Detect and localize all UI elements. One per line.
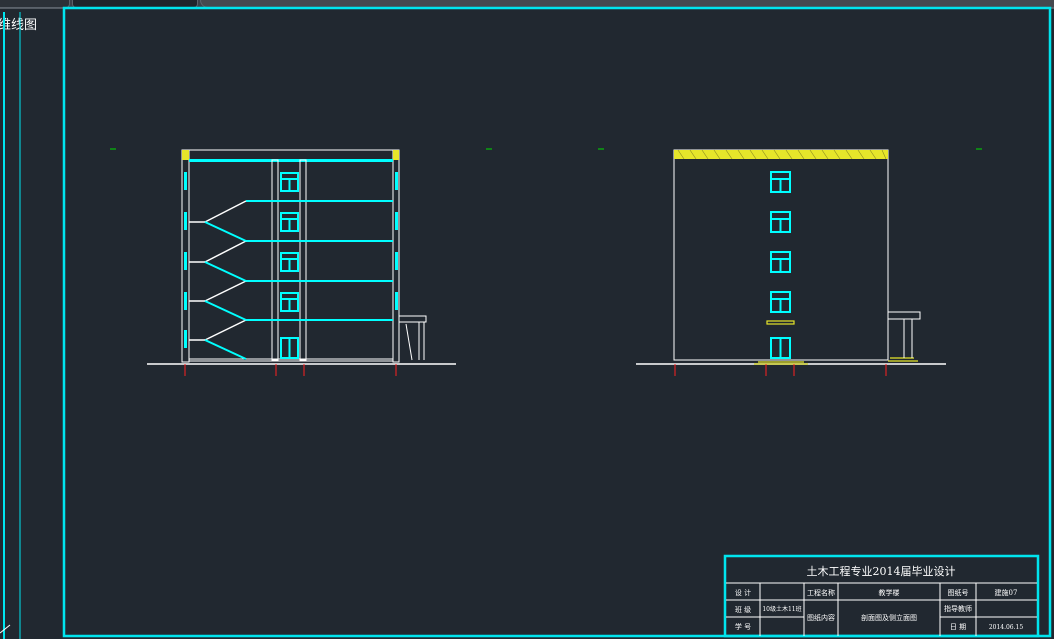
label-class: 班 级 <box>735 605 751 614</box>
title-block-title: 土木工程专业2014届毕业设计 <box>807 564 956 578</box>
drawing-canvas[interactable]: 土木工程专业2014届毕业设计 设 计 班 级 学 号 10级土木11班 工程名… <box>0 0 1054 639</box>
label-student-id: 学 号 <box>735 622 751 631</box>
side-elevation-drawing <box>636 149 946 376</box>
label-designer: 设 计 <box>735 588 751 597</box>
title-block: 土木工程专业2014届毕业设计 设 计 班 级 学 号 10级土木11班 工程名… <box>723 554 1040 638</box>
left-border-lines <box>0 12 21 639</box>
label-drawing-number: 图纸号 <box>948 588 969 597</box>
value-project-name: 教学楼 <box>879 588 900 597</box>
label-date: 日 期 <box>950 623 966 631</box>
section-drawing <box>147 149 456 376</box>
label-drawing-content: 图纸内容 <box>807 613 835 622</box>
label-project-name: 工程名称 <box>807 588 835 597</box>
value-date: 2014.06.15 <box>989 624 1024 631</box>
value-drawing-number: 建施07 <box>995 588 1018 597</box>
value-drawing-content: 剖面图及侧立面图 <box>861 613 917 622</box>
value-class: 10级土木11班 <box>762 605 801 613</box>
drawing-frame <box>62 6 1052 638</box>
label-instructor: 指导教师 <box>944 604 972 613</box>
